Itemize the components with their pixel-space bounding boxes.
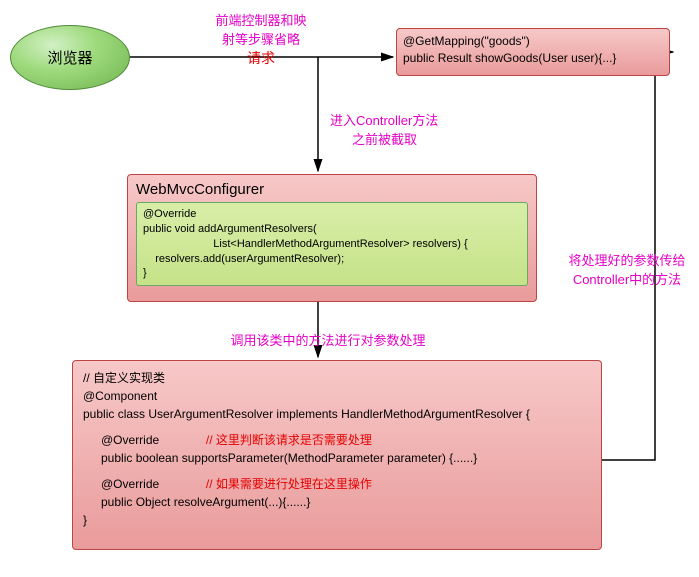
resolver-comment1: // 自定义实现类 — [83, 369, 591, 387]
configurer-title: WebMvcConfigurer — [136, 181, 528, 198]
resolver-classdecl: public class UserArgumentResolver implem… — [83, 405, 591, 423]
resolver-note-b: // 如果需要进行处理在这里操作 — [206, 477, 372, 491]
controller-line1: @GetMapping("goods") — [403, 33, 663, 50]
controller-line2: public Result showGoods(User user){...} — [403, 50, 663, 67]
browser-node: 浏览器 — [10, 25, 130, 90]
pass-line2: Controller中的方法 — [552, 269, 699, 288]
configurer-node: WebMvcConfigurer @Override public void a… — [127, 174, 537, 302]
resolver-override-b: @Override — [101, 477, 159, 491]
intercept-label: 进入Controller方法 之前被截取 — [330, 110, 490, 148]
resolver-method-a: public boolean supportsParameter(MethodP… — [83, 449, 591, 467]
browser-label: 浏览器 — [47, 47, 92, 68]
intercept-line1: 进入Controller方法 — [330, 110, 490, 129]
top-label-line1: 前端控制器和映 — [186, 10, 336, 29]
resolver-node: // 自定义实现类 @Component public class UserAr… — [72, 360, 602, 550]
intercept-line2: 之前被截取 — [330, 129, 490, 148]
top-label-line2: 射等步骤省略 — [186, 29, 336, 48]
resolver-note-a: // 这里判断该请求是否需要处理 — [206, 433, 372, 447]
resolver-override-a: @Override — [101, 433, 159, 447]
top-label-line3: 请求 — [186, 48, 336, 68]
pass-label: 将处理好的参数传给 Controller中的方法 — [552, 250, 699, 288]
call-label: 调用该类中的方法进行对参数处理 — [208, 330, 448, 349]
top-request-label: 前端控制器和映 射等步骤省略 请求 — [186, 10, 336, 68]
controller-node: @GetMapping("goods") public Result showG… — [396, 28, 670, 76]
pass-line1: 将处理好的参数传给 — [552, 250, 699, 269]
resolver-close: } — [83, 511, 591, 529]
configurer-code: @Override public void addArgumentResolve… — [136, 202, 528, 286]
resolver-method-b: public Object resolveArgument(...){.....… — [83, 493, 591, 511]
resolver-annotation: @Component — [83, 387, 591, 405]
